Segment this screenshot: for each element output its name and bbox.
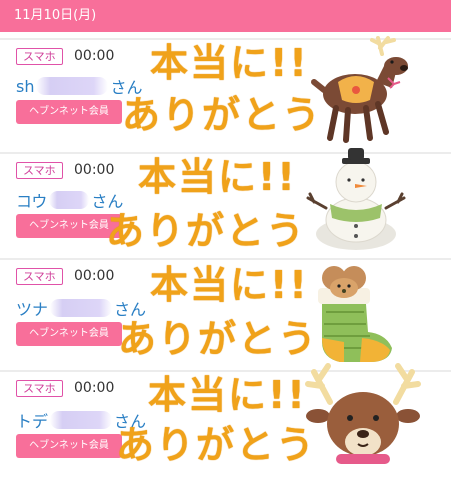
device-badge: スマホ [16, 48, 63, 65]
stocking-icon [318, 266, 392, 362]
thanks-line-2: ありがとう [106, 209, 307, 253]
name-prefix: ツナ [16, 300, 49, 319]
snowman-icon [306, 148, 406, 250]
visit-time: 00:00 [74, 162, 115, 178]
list-item[interactable]: スマホ 00:00 トデ さん ヘブンネット会員 本当に!! ありがとう [0, 363, 451, 480]
name-prefix: sh [16, 76, 35, 96]
thanks-line-2: ありがとう [122, 93, 323, 137]
thanks-line-1: 本当に!! [138, 155, 297, 199]
thanks-line-2: ありがとう [118, 317, 319, 361]
thanks-line-2: ありがとう [116, 423, 317, 467]
name-prefix: トデ [16, 412, 49, 431]
name-mask [50, 411, 113, 429]
member-type-button[interactable]: ヘブンネット会員 [16, 434, 122, 458]
reindeer-icon [311, 36, 408, 143]
name-mask [36, 77, 109, 95]
visit-time: 00:00 [74, 380, 115, 396]
device-badge: スマホ [16, 268, 63, 285]
list-item[interactable]: スマホ 00:00 sh さん ヘブンネット会員 本当に!! ありがとう [0, 36, 451, 150]
member-type-button[interactable]: ヘブンネット会員 [16, 322, 122, 346]
name-mask [49, 191, 90, 209]
thanks-line-1: 本当に!! [148, 373, 307, 417]
member-type-button[interactable]: ヘブンネット会員 [16, 100, 122, 124]
reindeer-face-icon [305, 363, 421, 464]
visit-time: 00:00 [74, 268, 115, 284]
date-header: 11月10日(月) [0, 0, 451, 32]
visit-time: 00:00 [74, 48, 115, 64]
name-mask [50, 299, 113, 317]
list-item[interactable]: スマホ 00:00 ツナ さん ヘブンネット会員 本当に!! ありがとう [0, 258, 451, 368]
page: 11月10日(月) スマホ 00:00 sh さん ヘブンネット会員 本当に!!… [0, 0, 451, 480]
name-prefix: コウ [16, 192, 48, 211]
list-item[interactable]: スマホ 00:00 コウ さん ヘブンネット会員 本当に!! ありがとう [0, 148, 451, 256]
device-badge: スマホ [16, 162, 63, 179]
thanks-line-1: 本当に!! [150, 263, 309, 307]
device-badge: スマホ [16, 380, 63, 397]
thanks-line-1: 本当に!! [150, 41, 309, 85]
